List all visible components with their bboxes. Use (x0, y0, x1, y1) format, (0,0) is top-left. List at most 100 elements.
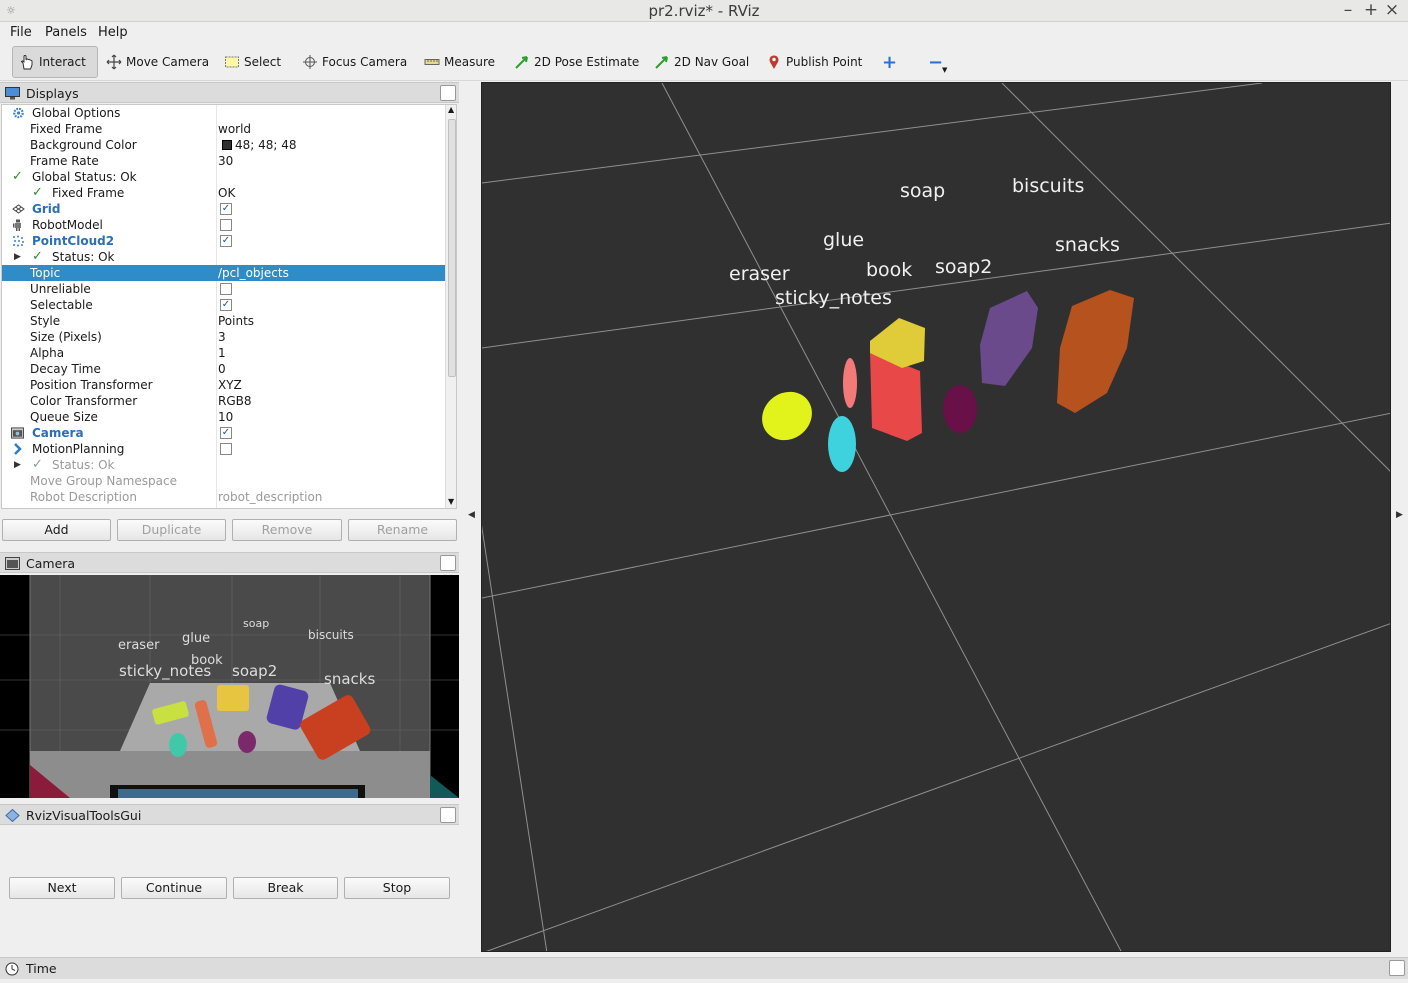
tree-row[interactable]: ✓ Global Status: Ok (2, 169, 445, 185)
time-float-checkbox[interactable] (1389, 960, 1405, 976)
tree-row[interactable]: ▶ ✓ Status: Ok (2, 457, 445, 473)
tree-row[interactable]: Decay Time 0 (2, 361, 445, 377)
frame-rate-value[interactable]: 30 (218, 153, 233, 169)
monitor-icon (5, 87, 20, 100)
pose-estimate-tool[interactable]: 2D Pose Estimate (508, 46, 645, 78)
focus-camera-tool[interactable]: Focus Camera (296, 46, 413, 78)
scroll-up-arrow-icon[interactable]: ▲ (448, 105, 454, 114)
unreliable-checkbox[interactable] (220, 283, 232, 295)
tree-row-selected[interactable]: Topic /pcl_objects (2, 265, 445, 281)
move-camera-tool[interactable]: Move Camera (100, 46, 215, 78)
size-pixels-label: Size (Pixels) (30, 330, 102, 344)
camera-float-checkbox[interactable] (440, 555, 456, 571)
select-label: Select (244, 55, 282, 69)
rviz-visual-tools-float-checkbox[interactable] (440, 807, 456, 823)
style-value[interactable]: Points (218, 313, 254, 329)
camera-image-view[interactable]: eraser glue soap biscuits book sticky_no… (0, 575, 459, 798)
tree-row[interactable]: MotionPlanning (2, 441, 445, 457)
queue-size-value[interactable]: 10 (218, 409, 233, 425)
duplicate-display-button[interactable]: Duplicate (117, 519, 226, 541)
grid-display-label: Grid (32, 202, 61, 216)
expand-arrow-icon[interactable]: ▶ (14, 249, 21, 265)
left-dock-splitter[interactable]: ◀ (462, 82, 481, 952)
fixed-frame-value[interactable]: world (218, 121, 251, 137)
tree-row[interactable]: ▶ ✓ Status: Ok (2, 249, 445, 265)
color-swatch[interactable] (222, 140, 232, 150)
menu-help[interactable]: Help (98, 25, 128, 40)
tree-row[interactable]: Fixed Frame world (2, 121, 445, 137)
scrollbar-thumb[interactable] (448, 119, 456, 377)
publish-point-tool[interactable]: Publish Point (760, 46, 868, 78)
tree-row[interactable]: RobotModel (2, 217, 445, 233)
tree-row[interactable]: Unreliable (2, 281, 445, 297)
tree-row[interactable]: Background Color 48; 48; 48 (2, 137, 445, 153)
motion-planning-icon (14, 443, 22, 455)
tree-row[interactable]: ✓ Fixed Frame OK (2, 185, 445, 201)
robotmodel-enabled-checkbox[interactable] (220, 219, 232, 231)
green-arrow-icon (654, 54, 670, 70)
render-3d-view[interactable]: soap biscuits glue snacks eraser book so… (481, 82, 1391, 952)
menu-file[interactable]: File (10, 25, 32, 40)
tree-row[interactable]: Position Transformer XYZ (2, 377, 445, 393)
tree-row[interactable]: Selectable ✓ (2, 297, 445, 313)
background-color-label: Background Color (30, 138, 137, 152)
interact-tool[interactable]: Interact (12, 46, 98, 78)
tree-row[interactable]: Style Points (2, 313, 445, 329)
stop-button[interactable]: Stop (344, 877, 450, 899)
tree-row[interactable]: Queue Size 10 (2, 409, 445, 425)
position-transformer-value[interactable]: XYZ (218, 377, 242, 393)
measure-tool[interactable]: Measure (418, 46, 501, 78)
maximize-icon[interactable]: + (1361, 0, 1381, 20)
expand-arrow-icon[interactable]: ▶ (14, 457, 21, 473)
add-display-button[interactable]: Add (2, 519, 111, 541)
tree-row[interactable]: Move Group Namespace (2, 473, 445, 489)
tree-row[interactable]: PointCloud2 ✓ (2, 233, 445, 249)
break-button[interactable]: Break (233, 877, 338, 899)
rename-display-button[interactable]: Rename (348, 519, 457, 541)
expand-right-arrow-icon[interactable]: ▶ (1396, 510, 1403, 520)
scroll-down-arrow-icon[interactable]: ▼ (448, 497, 454, 506)
decay-time-value[interactable]: 0 (218, 361, 226, 377)
tree-row[interactable]: Size (Pixels) 3 (2, 329, 445, 345)
continue-button[interactable]: Continue (121, 877, 227, 899)
tree-row[interactable]: Global Options (2, 105, 445, 121)
select-tool[interactable]: Select (218, 46, 287, 78)
right-dock-splitter[interactable]: ▶ (1391, 82, 1408, 952)
topic-value[interactable]: /pcl_objects (218, 265, 289, 281)
add-tool-button[interactable]: + (876, 46, 903, 78)
selectable-checkbox[interactable]: ✓ (220, 299, 232, 311)
crosshair-icon (302, 54, 318, 70)
menu-panels[interactable]: Panels (45, 25, 87, 40)
remove-display-button[interactable]: Remove (232, 519, 342, 541)
collapse-left-arrow-icon[interactable]: ◀ (468, 510, 475, 520)
alpha-value[interactable]: 1 (218, 345, 226, 361)
camera-enabled-checkbox[interactable]: ✓ (220, 427, 232, 439)
tree-scrollbar[interactable]: ▲ ▼ (445, 105, 456, 508)
color-transformer-label: Color Transformer (30, 394, 138, 408)
tree-row[interactable]: Camera ✓ (2, 425, 445, 441)
minimize-icon[interactable]: – (1338, 0, 1358, 20)
label-book: book (866, 259, 913, 281)
next-button[interactable]: Next (9, 877, 115, 899)
measure-label: Measure (444, 55, 495, 69)
nav-goal-tool[interactable]: 2D Nav Goal (648, 46, 755, 78)
time-panel-header: Time (0, 957, 1408, 979)
color-transformer-value[interactable]: RGB8 (218, 393, 252, 409)
grid-enabled-checkbox[interactable]: ✓ (220, 203, 232, 215)
remove-tool-button[interactable]: − ▼ (922, 46, 949, 78)
tree-row[interactable]: Frame Rate 30 (2, 153, 445, 169)
tree-row[interactable]: Color Transformer RGB8 (2, 393, 445, 409)
queue-size-label: Queue Size (30, 410, 98, 424)
tree-row[interactable]: Robot Description robot_description (2, 489, 445, 505)
size-pixels-value[interactable]: 3 (218, 329, 226, 345)
motionplanning-enabled-checkbox[interactable] (220, 443, 232, 455)
tree-row[interactable]: Grid ✓ (2, 201, 445, 217)
tree-row[interactable]: Alpha 1 (2, 345, 445, 361)
close-icon[interactable]: × (1382, 0, 1402, 20)
robot-description-value[interactable]: robot_description (218, 489, 322, 505)
pointcloud2-enabled-checkbox[interactable]: ✓ (220, 235, 232, 247)
displays-float-checkbox[interactable] (440, 85, 456, 101)
rviz-visual-tools-header: RvizVisualToolsGui (0, 804, 459, 825)
hand-icon (19, 54, 35, 70)
displays-tree[interactable]: Global Options Fixed Frame world Backgro… (1, 104, 457, 509)
